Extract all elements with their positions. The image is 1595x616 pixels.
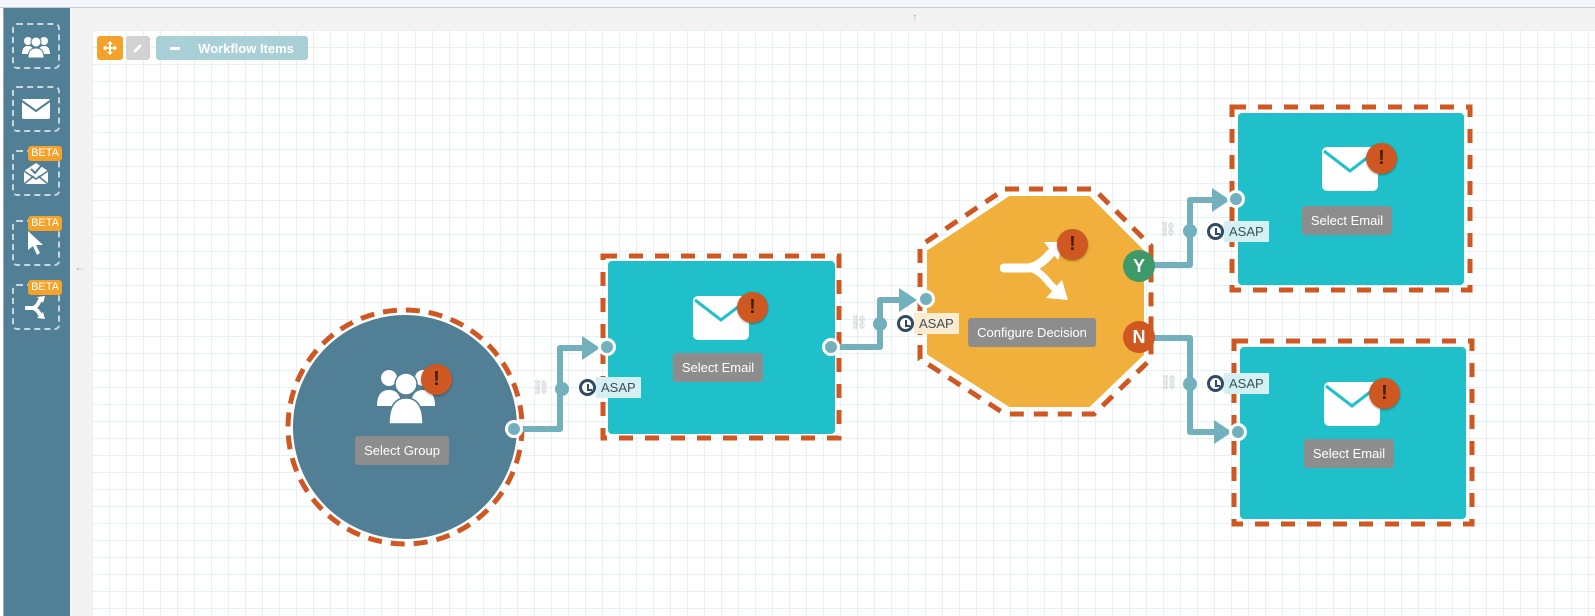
email1-node-shape bbox=[608, 261, 835, 434]
decision-no-port[interactable]: N bbox=[1123, 321, 1155, 353]
select-email-button[interactable]: Select Email bbox=[1303, 439, 1395, 468]
warning-icon: ! bbox=[421, 364, 452, 395]
warning-icon: ! bbox=[1369, 378, 1400, 409]
midpoint-handle bbox=[873, 317, 887, 331]
email-yes-input-port[interactable] bbox=[1227, 190, 1245, 208]
select-email-button[interactable]: Select Email bbox=[672, 353, 764, 382]
email1-input-port[interactable] bbox=[598, 338, 616, 356]
midpoint-handle bbox=[1183, 224, 1197, 238]
timing-label[interactable]: ASAP bbox=[579, 375, 641, 399]
warning-icon: ! bbox=[1057, 229, 1088, 260]
unlink-icon[interactable]: ⛓ bbox=[1160, 374, 1178, 391]
configure-decision-button[interactable]: Configure Decision bbox=[968, 318, 1096, 347]
timing-label[interactable]: ASAP bbox=[1207, 219, 1269, 243]
timing-label[interactable]: ASAP bbox=[897, 311, 959, 335]
warning-icon: ! bbox=[737, 292, 768, 323]
email1-output-port[interactable] bbox=[822, 338, 840, 356]
select-email-button[interactable]: Select Email bbox=[1301, 206, 1393, 235]
unlink-icon[interactable]: ⛓ bbox=[1159, 221, 1177, 238]
decision-yes-port[interactable]: Y bbox=[1123, 250, 1155, 282]
email-no-node-shape bbox=[1240, 347, 1466, 519]
email-yes-node-shape bbox=[1238, 113, 1464, 285]
select-group-button[interactable]: Select Group bbox=[355, 436, 449, 465]
group-node-shape bbox=[291, 313, 519, 541]
clock-icon bbox=[1207, 222, 1224, 240]
clock-icon bbox=[579, 378, 596, 396]
midpoint-handle bbox=[555, 382, 569, 396]
midpoint-handle bbox=[1183, 377, 1197, 391]
warning-icon: ! bbox=[1366, 143, 1397, 174]
arrow-head bbox=[899, 288, 917, 312]
clock-icon bbox=[897, 314, 914, 332]
unlink-icon[interactable]: ⛓ bbox=[850, 314, 868, 331]
workflow-diagram bbox=[285, 104, 1475, 547]
clock-icon bbox=[1207, 374, 1224, 392]
email-no-input-port[interactable] bbox=[1229, 423, 1247, 441]
group-output-port[interactable] bbox=[505, 420, 523, 438]
timing-label[interactable]: ASAP bbox=[1207, 371, 1269, 395]
decision-input-port[interactable] bbox=[917, 290, 935, 308]
unlink-icon[interactable]: ⛓ bbox=[532, 379, 550, 396]
